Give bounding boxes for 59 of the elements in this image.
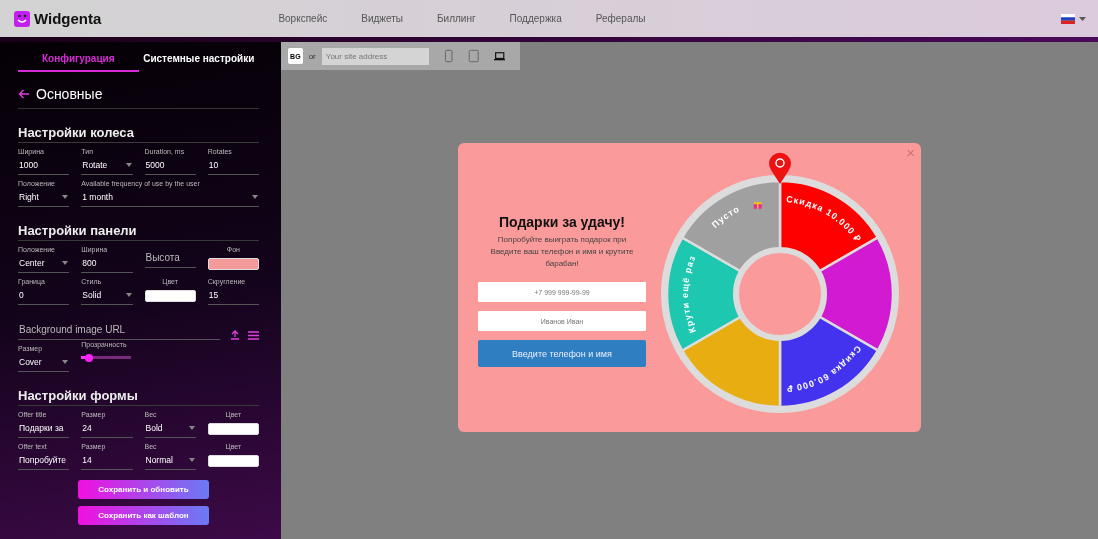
color-swatch[interactable] xyxy=(207,258,259,270)
language-selector[interactable] xyxy=(1061,13,1086,24)
upload-icon[interactable] xyxy=(230,330,240,340)
select-field[interactable]: Bold xyxy=(144,420,196,438)
nav-link[interactable]: Поддержка xyxy=(509,13,562,24)
select-field[interactable]: Solid xyxy=(81,287,133,305)
select-field[interactable]: Cover xyxy=(18,354,70,372)
tab[interactable]: Конфигурация xyxy=(18,48,139,72)
logo-icon[interactable] xyxy=(14,10,30,27)
section-title: Настройки панели xyxy=(18,223,259,241)
text-field[interactable]: 0 xyxy=(18,287,70,305)
select-field[interactable]: Right xyxy=(18,189,70,207)
page-title: Основные xyxy=(36,86,103,102)
select-field[interactable]: Rotate xyxy=(81,157,133,175)
url-field[interactable]: Background image URL xyxy=(18,318,220,340)
save-button[interactable]: Сохранить и обновить xyxy=(78,480,209,499)
text-field[interactable]: 800 xyxy=(81,255,133,273)
select-field[interactable]: 1 month xyxy=(81,189,259,207)
or-label: or xyxy=(308,51,316,61)
text-field[interactable]: Попробуйте xyxy=(18,452,70,470)
offer-text: Попробуйте выиграть подарок при Введите ваш телефон и имя и крутите барабан! xyxy=(489,234,635,270)
offer-title: Подарки за удачу! xyxy=(498,214,626,230)
tab[interactable]: Системные настройки xyxy=(138,48,259,72)
text-field[interactable]: 10 xyxy=(207,157,259,175)
submit-button[interactable]: Введите телефон и имя xyxy=(478,340,646,367)
caret-icon xyxy=(125,293,132,297)
color-swatch[interactable] xyxy=(207,455,259,467)
text-field[interactable]: 15 xyxy=(207,287,259,305)
nav-link[interactable]: Биллинг xyxy=(437,13,476,24)
color-swatch[interactable] xyxy=(207,423,259,435)
save-button[interactable]: Сохранить как шаблон xyxy=(78,506,209,525)
caret-icon xyxy=(188,458,195,462)
flag-icon xyxy=(1061,13,1075,24)
select-field[interactable]: Normal xyxy=(144,452,196,470)
color-swatch[interactable] xyxy=(144,290,196,302)
caret-icon xyxy=(188,426,195,430)
caret-icon xyxy=(62,261,69,265)
caret-icon xyxy=(1079,16,1086,21)
text-field[interactable]: Подарки за xyxy=(18,420,70,438)
back-arrow-icon[interactable] xyxy=(18,89,30,99)
text-field[interactable]: 14 xyxy=(81,452,133,470)
address-field[interactable]: Your site address xyxy=(321,47,429,65)
nav-link[interactable]: Воркспейс xyxy=(278,13,328,24)
caret-icon xyxy=(62,360,69,364)
section-title: Настройки формы xyxy=(18,388,259,406)
caret-icon xyxy=(62,195,69,199)
nav-link[interactable]: Виджеты xyxy=(361,13,403,24)
text-field[interactable]: 5000 xyxy=(144,157,196,175)
logo-text[interactable]: Widgenta xyxy=(34,10,102,27)
text-field[interactable]: Высота xyxy=(144,246,196,268)
text-field[interactable]: 1000 xyxy=(18,157,70,175)
list-icon[interactable] xyxy=(248,331,259,340)
text-field[interactable]: 24 xyxy=(81,420,133,438)
section-title: Настройки колеса xyxy=(18,125,259,143)
caret-icon xyxy=(125,163,132,167)
nav-link[interactable]: Рефералы xyxy=(595,13,646,24)
caret-icon xyxy=(252,195,258,199)
pointer-pin-icon xyxy=(769,152,791,184)
select-field[interactable]: Center xyxy=(18,255,70,273)
